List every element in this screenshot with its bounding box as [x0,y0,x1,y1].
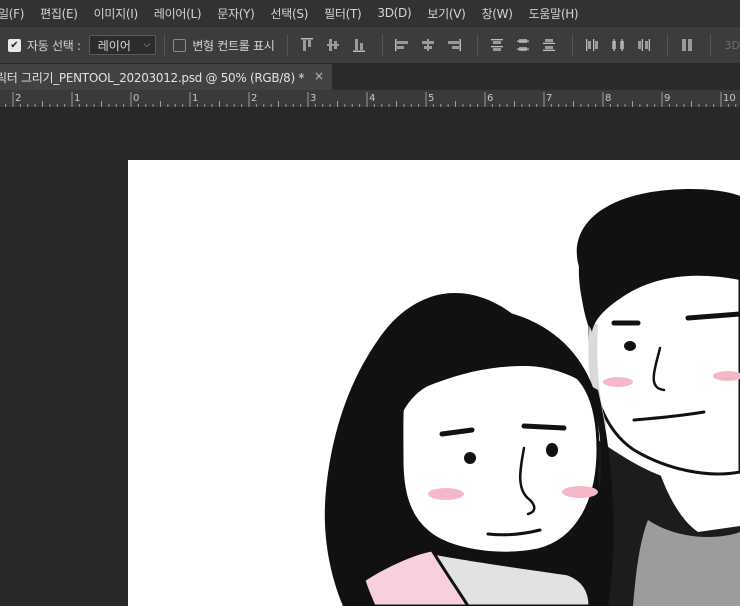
menu-type[interactable]: 문자(Y) [217,5,262,22]
man-blush-left [603,377,633,387]
align-horizontal-centers-icon[interactable] [417,34,439,56]
divider [571,34,573,56]
document-tab-bar: 릭터 그리기_PENTOOL_20203012.psd @ 50% (RGB/8… [0,64,740,90]
transform-controls-checkbox[interactable] [173,38,187,52]
close-icon[interactable]: × [314,69,324,83]
document-tab-title: 릭터 그리기_PENTOOL_20203012.psd @ 50% (RGB/8… [0,70,305,85]
ruler-scale: 2 1 0 1 2 3 4 5 6 7 8 9 10 [5,92,737,107]
distribute-horizontal-centers-icon[interactable] [607,34,629,56]
menu-help[interactable]: 도움말(H) [529,5,587,22]
ruler-label: 2 [15,93,21,104]
woman-face [400,356,600,555]
transform-controls-label: 변형 컨트롤 표시 [192,38,275,53]
3d-mode-label: 3D [724,38,740,52]
menu-3d[interactable]: 3D(D) [377,6,419,20]
illustration-couple [324,189,740,606]
ruler-label: 2 [251,93,257,104]
woman-eye-right [546,443,558,457]
menu-bar: 일(F) 편집(E) 이미지(I) 레이어(L) 문자(Y) 선택(S) 필터(… [0,0,740,26]
distribute-left-edges-icon[interactable] [581,34,603,56]
horizontal-ruler: 2 1 0 1 2 3 4 5 6 7 8 9 10 [0,90,740,108]
distribute-bottom-edges-icon[interactable] [538,34,560,56]
document-canvas[interactable] [128,160,740,606]
workspace[interactable] [0,108,740,606]
ruler-label: 7 [546,93,552,104]
align-right-edges-icon[interactable] [443,34,465,56]
document-tab[interactable]: 릭터 그리기_PENTOOL_20203012.psd @ 50% (RGB/8… [0,64,332,90]
ruler-label: 4 [369,93,375,104]
auto-align-layers-icon[interactable] [676,34,698,56]
distribute-top-edges-icon[interactable] [486,34,508,56]
divider [666,34,668,56]
ruler-label: 5 [428,93,434,104]
ruler-label: 3 [310,93,316,104]
ruler-label: 1 [74,93,80,104]
menu-view[interactable]: 보기(V) [427,5,473,22]
distribute-right-edges-icon[interactable] [633,34,655,56]
divider [381,34,383,56]
align-top-edges-icon[interactable] [296,34,318,56]
divider [709,34,711,56]
ruler-label: 10 [723,93,736,104]
menu-file[interactable]: 일(F) [0,5,32,22]
menu-window[interactable]: 창(W) [482,5,521,22]
divider [476,34,478,56]
auto-select-checkbox[interactable]: ✔ [8,38,21,52]
woman-blush-left [428,488,464,500]
ruler-label: 9 [664,93,670,104]
woman-blush-right [562,486,598,498]
menu-layer[interactable]: 레이어(L) [154,5,209,22]
divider [286,34,288,56]
distribute-vertical-centers-icon[interactable] [512,34,534,56]
chevron-down-icon: ⌵ [143,40,151,50]
ruler-label: 1 [192,93,198,104]
menu-filter[interactable]: 필터(T) [324,5,369,22]
align-vertical-centers-icon[interactable] [322,34,344,56]
auto-select-label: 자동 선택 : [27,38,81,53]
align-bottom-edges-icon[interactable] [348,34,370,56]
auto-select-target-dropdown[interactable]: 레이어 ⌵ [88,35,157,55]
ruler-label: 0 [133,93,139,104]
man-eye-left [624,341,636,351]
auto-select-target-value: 레이어 [97,38,131,53]
woman-eye-left [464,452,476,464]
menu-edit[interactable]: 편집(E) [40,5,86,22]
ruler-label: 6 [487,93,493,104]
menu-select[interactable]: 선택(S) [271,5,317,22]
options-bar: ✔ 자동 선택 : 레이어 ⌵ 변형 컨트롤 표시 3D [0,26,740,64]
divider [164,34,166,56]
ruler-label: 8 [605,93,611,104]
woman-eyebrow-right [521,423,567,431]
align-left-edges-icon[interactable] [391,34,413,56]
menu-image[interactable]: 이미지(I) [94,5,146,22]
